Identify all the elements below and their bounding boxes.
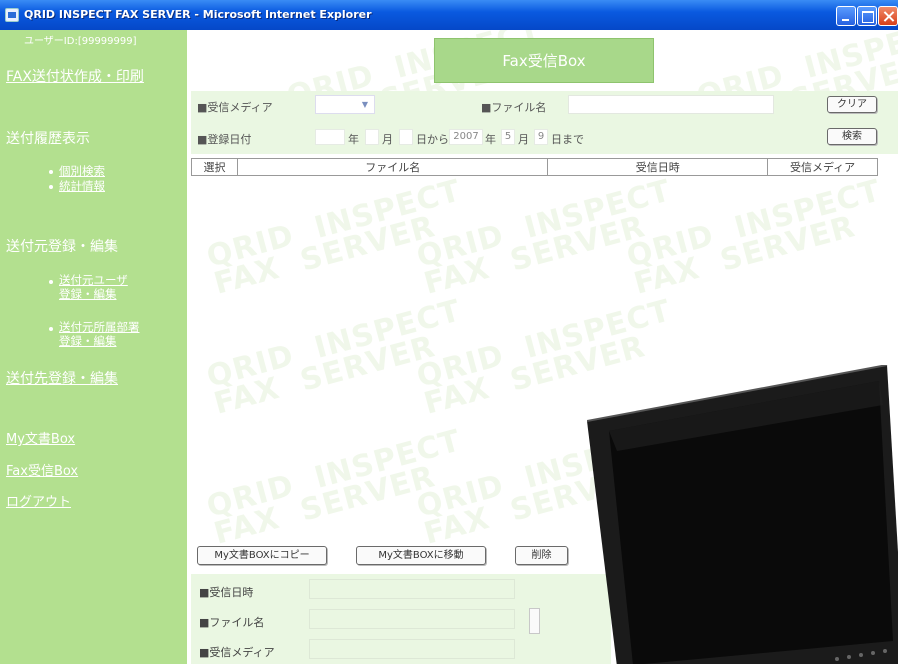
received-field (309, 579, 515, 599)
copy-to-mybox-button[interactable]: My文書BOXにコピー (197, 546, 327, 565)
window-title: QRID INSPECT FAX SERVER - Microsoft Inte… (24, 8, 372, 21)
move-to-mybox-button[interactable]: My文書BOXに移動 (356, 546, 486, 565)
date-label: ■登録日付 (197, 133, 252, 146)
detail-media-field (309, 639, 515, 659)
from-day-unit: 日から (416, 133, 449, 146)
from-month-unit: 月 (382, 133, 393, 146)
sidebar-link-fax-send[interactable]: FAX送付状作成・印刷 (6, 66, 144, 86)
main-content: QRID INSPECT FAX SERVER QRID INSPECT FAX S… (187, 30, 898, 664)
sidebar-link-my-box[interactable]: My文書Box (6, 428, 75, 447)
sidebar-heading-history: 送付履歴表示 (6, 131, 90, 147)
title-bar: QRID INSPECT FAX SERVER - Microsoft Inte… (0, 0, 898, 30)
page-title: Fax受信Box (434, 38, 654, 83)
search-button[interactable]: 検索 (827, 128, 877, 145)
from-year-unit: 年 (348, 133, 359, 146)
to-day-unit: 日まで (551, 133, 584, 146)
to-month-unit: 月 (518, 133, 529, 146)
bullet-icon (49, 327, 53, 331)
detail-filename-field (309, 609, 515, 629)
to-year-unit: 年 (485, 133, 496, 146)
received-label: ■受信日時 (199, 586, 254, 599)
sidebar-item-sender-dept-line1: 送付元所属部署 (59, 320, 140, 334)
media-label: ■受信メディア (197, 101, 273, 114)
sidebar-link-destination[interactable]: 送付先登録・編集 (6, 368, 118, 388)
sidebar-link-fax-box[interactable]: Fax受信Box (6, 460, 78, 479)
filename-label: ■ファイル名 (481, 101, 547, 114)
to-day-input[interactable]: 9 (534, 129, 548, 145)
detail-media-label: ■受信メディア (199, 646, 275, 659)
column-header-received[interactable]: 受信日時 (547, 158, 769, 176)
sidebar-item-statistics[interactable]: 統計情報 (59, 179, 105, 193)
sidebar-item-sender-dept[interactable]: 送付元所属部署 登録・編集 (59, 320, 140, 348)
sidebar-link-logout[interactable]: ログアウト (6, 491, 71, 510)
scroll-spinner[interactable] (529, 608, 540, 634)
minimize-button[interactable] (836, 6, 856, 26)
clear-button[interactable]: クリア (827, 96, 877, 113)
user-id: ユーザーID:[99999999] (24, 36, 137, 47)
sidebar-item-sender-user-line1: 送付元ユーザ (59, 273, 128, 287)
results-table: 選択 ファイル名 受信日時 受信メディア (191, 158, 878, 176)
table-header-row: 選択 ファイル名 受信日時 受信メディア (191, 158, 878, 176)
from-day-input[interactable] (399, 129, 413, 145)
sidebar-item-sender-user[interactable]: 送付元ユーザ 登録・編集 (59, 273, 128, 301)
column-header-filename[interactable]: ファイル名 (236, 158, 549, 176)
from-year-input[interactable] (315, 129, 345, 145)
filter-panel: ■受信メディア ▼ ■ファイル名 クリア ■登録日付 年 月 日から 2007 … (191, 91, 898, 154)
chevron-down-icon: ▼ (361, 100, 369, 109)
close-button[interactable] (878, 6, 898, 26)
filename-input[interactable] (568, 95, 774, 114)
to-month-input[interactable]: 5 (501, 129, 515, 145)
monitor-image (587, 365, 898, 664)
media-select[interactable]: ▼ (315, 95, 375, 114)
column-header-select[interactable]: 選択 (191, 158, 238, 176)
column-header-media[interactable]: 受信メディア (767, 158, 878, 176)
sidebar: ユーザーID:[99999999] FAX送付状作成・印刷 送付履歴表示 個別検… (0, 30, 187, 664)
browser-window: QRID INSPECT FAX SERVER - Microsoft Inte… (0, 0, 898, 664)
bullet-icon (49, 185, 53, 189)
sidebar-item-sender-dept-line2: 登録・編集 (59, 334, 117, 348)
sidebar-item-individual-search[interactable]: 個別検索 (59, 164, 105, 178)
to-year-input[interactable]: 2007 (449, 129, 483, 145)
delete-button[interactable]: 削除 (515, 546, 568, 565)
sidebar-heading-sender: 送付元登録・編集 (6, 239, 118, 255)
maximize-button[interactable] (857, 6, 877, 26)
sidebar-item-sender-user-line2: 登録・編集 (59, 287, 117, 301)
detail-panel: ■受信日時 ■ファイル名 ■受信メディア (191, 574, 611, 664)
from-month-input[interactable] (365, 129, 379, 145)
detail-filename-label: ■ファイル名 (199, 616, 265, 629)
bullet-icon (49, 280, 53, 284)
bullet-icon (49, 170, 53, 174)
ie-icon (5, 8, 19, 22)
